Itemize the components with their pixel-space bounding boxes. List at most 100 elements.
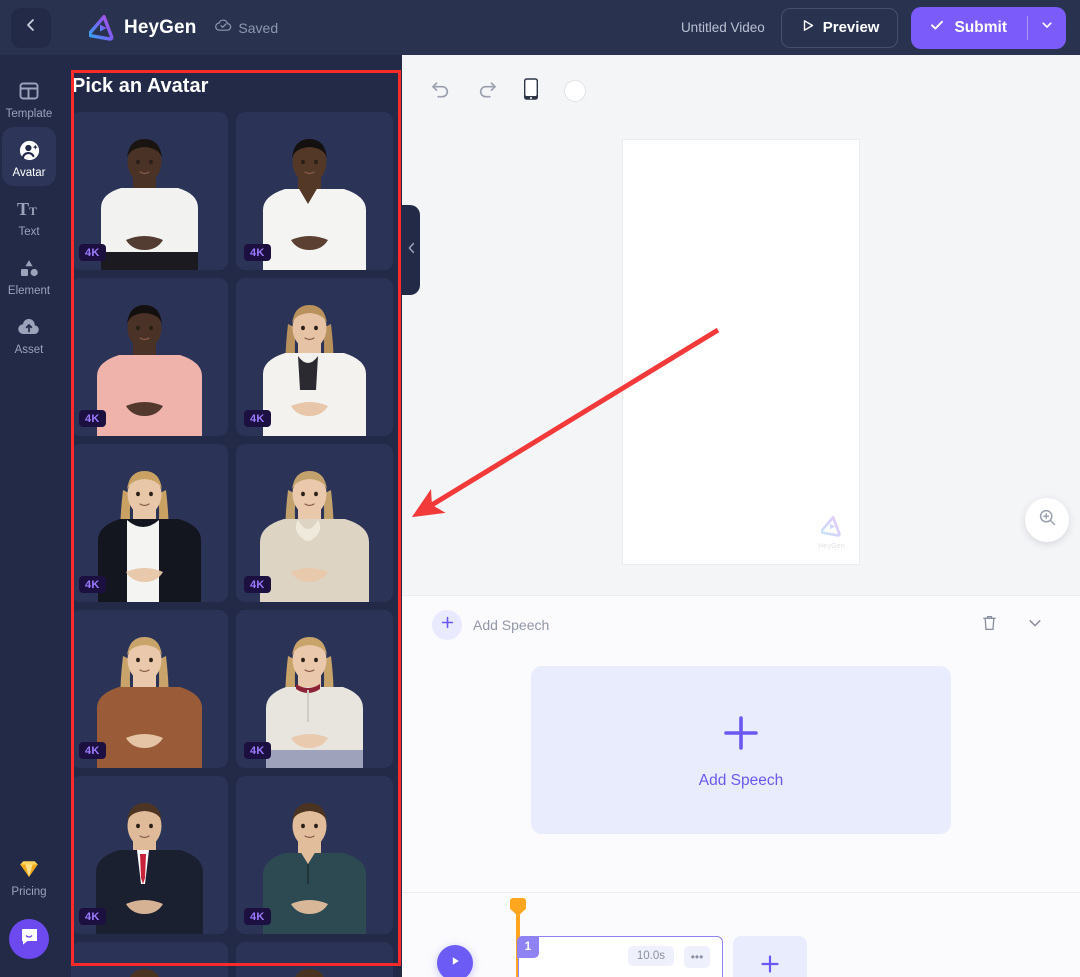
- heygen-logo-icon: [820, 515, 842, 542]
- timeline-scene-clip[interactable]: 1 10.0s •••: [517, 936, 723, 977]
- avatar-card[interactable]: 4K: [236, 776, 393, 934]
- resolution-badge: 4K: [79, 244, 106, 261]
- svg-text:T: T: [29, 204, 37, 218]
- undo-arrow-icon: [430, 79, 452, 104]
- chat-support-button[interactable]: [9, 919, 49, 959]
- resolution-badge: 4K: [244, 410, 271, 427]
- avatar-card[interactable]: 4K: [236, 278, 393, 436]
- cloud-check-icon: [215, 19, 232, 37]
- check-icon: [929, 17, 945, 38]
- canvas-toolbar: [402, 55, 1080, 109]
- resolution-badge: 4K: [244, 244, 271, 261]
- avatar-picker-panel: Pick an Avatar 4K 4K 4K 4K 4K 4K 4K 4K 4K 4K: [58, 55, 402, 977]
- editor-area: HeyGen Add Speech Add Speech 1 10.0s •••: [402, 55, 1080, 977]
- chevron-down-icon: [1040, 18, 1054, 37]
- panel-title: Pick an Avatar: [72, 75, 209, 97]
- watermark-label: HeyGen: [818, 543, 845, 550]
- resolution-badge: 4K: [244, 742, 271, 759]
- avatar-card[interactable]: 4K: [71, 776, 228, 934]
- scene-duration-label: 10.0s: [627, 946, 674, 966]
- redo-arrow-icon: [476, 79, 498, 104]
- back-button[interactable]: [11, 7, 51, 48]
- video-title[interactable]: Untitled Video: [681, 20, 765, 35]
- scene-number-badge: 1: [517, 936, 539, 958]
- speech-header: Add Speech: [402, 596, 1080, 640]
- avatar-man-light-shirt-b: [236, 958, 393, 977]
- preview-button[interactable]: Preview: [780, 7, 899, 48]
- brand-logo[interactable]: HeyGen: [87, 14, 197, 41]
- resolution-badge: 4K: [79, 908, 106, 925]
- avatar-grid: 4K 4K 4K 4K 4K 4K 4K 4K 4K 4K: [58, 112, 402, 977]
- add-scene-button[interactable]: [733, 936, 807, 977]
- resolution-badge: 4K: [79, 410, 106, 427]
- submit-dropdown-button[interactable]: [1028, 7, 1066, 49]
- avatar-card[interactable]: 4K: [71, 112, 228, 270]
- redo-button[interactable]: [476, 79, 498, 104]
- play-button[interactable]: [437, 945, 473, 977]
- avatar-man-light-shirt-a: [71, 958, 228, 977]
- plus-icon: [440, 615, 455, 635]
- scene-more-button[interactable]: •••: [684, 946, 710, 968]
- svg-text:T: T: [17, 199, 29, 219]
- preview-label: Preview: [822, 19, 880, 36]
- template-layout-icon: [18, 79, 40, 103]
- heygen-watermark: HeyGen: [818, 515, 845, 550]
- cloud-upload-icon: [17, 315, 41, 339]
- avatar-card[interactable]: [236, 942, 393, 977]
- saved-label: Saved: [238, 19, 279, 36]
- sidebar-item-avatar[interactable]: Avatar: [2, 127, 56, 186]
- phone-portrait-icon: [522, 77, 540, 106]
- sidebar-item-template[interactable]: Template: [2, 68, 56, 127]
- sidebar-item-asset[interactable]: Asset: [2, 304, 56, 363]
- sidebar-item-label: Asset: [14, 344, 44, 356]
- avatar-card[interactable]: 4K: [236, 112, 393, 270]
- resolution-badge: 4K: [79, 576, 106, 593]
- sidebar-item-pricing[interactable]: Pricing: [2, 846, 56, 905]
- chat-bubble-icon: [19, 926, 40, 952]
- chevron-left-icon: [406, 241, 417, 260]
- sidebar-item-element[interactable]: Element: [2, 245, 56, 304]
- avatar-card[interactable]: 4K: [71, 610, 228, 768]
- brand-name: HeyGen: [124, 16, 197, 38]
- sidebar-item-label: Template: [5, 108, 53, 120]
- submit-button[interactable]: Submit: [911, 7, 1027, 49]
- play-icon: [448, 954, 462, 973]
- avatar-card[interactable]: [71, 942, 228, 977]
- collapse-speech-button[interactable]: [1026, 614, 1044, 637]
- speech-header-actions: [981, 614, 1080, 637]
- add-speech-label: Add Speech: [698, 771, 784, 789]
- diamond-gem-icon: [17, 857, 41, 881]
- app-header: HeyGen Saved Untitled Video Preview Subm…: [0, 0, 1080, 55]
- text-tt-icon: TT: [17, 197, 41, 221]
- canvas-stage[interactable]: HeyGen: [402, 109, 1080, 595]
- resolution-badge: 4K: [244, 576, 271, 593]
- canvas-zoom-button[interactable]: [1025, 498, 1069, 542]
- panel-collapse-handle[interactable]: [402, 205, 420, 295]
- video-frame[interactable]: HeyGen: [623, 140, 859, 564]
- plus-icon: [719, 711, 763, 760]
- heygen-video-editor: HeyGen Saved Untitled Video Preview Subm…: [0, 0, 1080, 977]
- add-speech-icon-button[interactable]: [432, 610, 462, 640]
- submit-label: Submit: [954, 18, 1007, 36]
- resolution-badge: 4K: [79, 742, 106, 759]
- orientation-button[interactable]: [522, 77, 540, 106]
- avatar-card[interactable]: 4K: [71, 278, 228, 436]
- delete-speech-button[interactable]: [981, 614, 998, 637]
- rail-bottom-group: Pricing: [0, 846, 58, 977]
- avatar-person-icon: [18, 138, 41, 162]
- sidebar-item-text[interactable]: TT Text: [2, 186, 56, 245]
- background-color-swatch[interactable]: [564, 80, 586, 102]
- sidebar-item-label: Avatar: [12, 167, 46, 179]
- submit-button-group[interactable]: Submit: [911, 6, 1066, 49]
- avatar-card[interactable]: 4K: [236, 610, 393, 768]
- avatar-card[interactable]: 4K: [71, 444, 228, 602]
- zoom-in-icon: [1038, 508, 1057, 532]
- plus-icon: [759, 953, 781, 977]
- speech-section: Add Speech Add Speech: [402, 595, 1080, 892]
- sidebar-item-label: Pricing: [11, 886, 47, 898]
- play-triangle-icon: [800, 18, 815, 37]
- avatar-card[interactable]: 4K: [236, 444, 393, 602]
- undo-button[interactable]: [430, 79, 452, 104]
- add-speech-dropzone[interactable]: Add Speech: [531, 666, 951, 834]
- left-nav-rail: Template Avatar TT Text Element Asset Pr…: [0, 55, 58, 977]
